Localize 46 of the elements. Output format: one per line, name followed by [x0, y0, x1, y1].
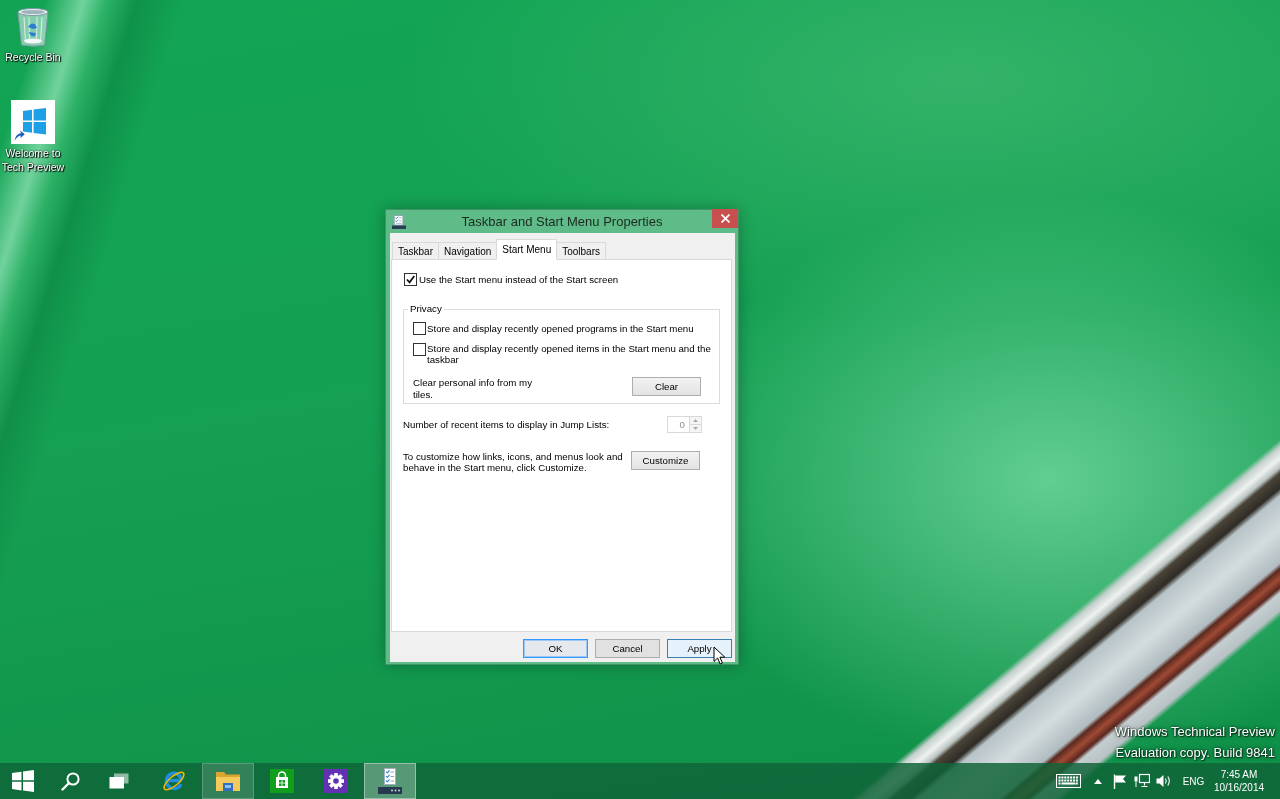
gear-icon: [324, 769, 348, 793]
caret-up-icon: [1094, 778, 1102, 784]
caret-down-icon: [693, 427, 698, 430]
checkmark-icon: [406, 275, 415, 284]
network-icon: [1134, 773, 1150, 789]
tab[interactable]: Start Menu: [496, 239, 558, 260]
checkbox-label[interactable]: Store and display recently opened programs in the Start menu: [427, 322, 718, 335]
tab[interactable]: Taskbar: [392, 242, 439, 260]
flag-icon: [1113, 773, 1127, 789]
recycle-bin-icon[interactable]: [15, 5, 51, 47]
stacked-windows-icon: [109, 773, 129, 789]
clock-date: 10/16/2014: [1213, 781, 1265, 794]
speaker-icon: [1156, 774, 1172, 788]
checkbox[interactable]: [413, 343, 426, 356]
group-label: Privacy: [409, 303, 443, 315]
customize-button[interactable]: Customize: [631, 451, 700, 470]
checkbox-label[interactable]: Store and display recently opened items in the Start menu and the taskbar: [427, 343, 718, 365]
dialog-button[interactable]: OK: [523, 639, 588, 658]
tab[interactable]: Toolbars: [556, 242, 606, 260]
tab[interactable]: Navigation: [438, 242, 498, 260]
dialog-button[interactable]: Apply: [667, 639, 732, 658]
checkbox-label[interactable]: Use the Start menu instead of the Start screen: [419, 273, 619, 286]
checkbox[interactable]: [404, 273, 417, 286]
tile-shortcut-icon[interactable]: [11, 100, 55, 144]
search-icon: [60, 771, 80, 791]
clear-button[interactable]: Clear: [632, 377, 701, 396]
close-button[interactable]: [712, 209, 738, 228]
shopping-bag-icon: [270, 769, 294, 793]
checklist-icon: [378, 768, 402, 794]
language-indicator[interactable]: ENG: [1175, 775, 1212, 787]
clear-info-text: Clear personal info from my tiles.: [413, 377, 533, 401]
checkbox[interactable]: [413, 322, 426, 335]
jump-list-label: Number of recent items to display in Jump Lists:: [403, 419, 610, 430]
customize-text: To customize how links, icons, and menus look and behave in the Start menu, click Customize.: [403, 451, 624, 473]
edition-text: Evaluation copy. Build 9841: [1115, 744, 1275, 762]
keyboard-icon: [1056, 774, 1081, 788]
mouse-pointer-icon: [713, 646, 726, 665]
dialog-button[interactable]: Cancel: [595, 639, 660, 658]
clock-time: 7:45 AM: [1220, 768, 1258, 781]
taskbar-button[interactable]: [364, 763, 416, 799]
caret-up-icon: [693, 419, 698, 422]
close-icon: [720, 214, 730, 223]
window-title: Taskbar and Start Menu Properties: [460, 214, 664, 229]
checklist-icon: [392, 214, 406, 229]
windows-logo-icon: [12, 770, 34, 792]
folder-icon: [215, 770, 241, 792]
